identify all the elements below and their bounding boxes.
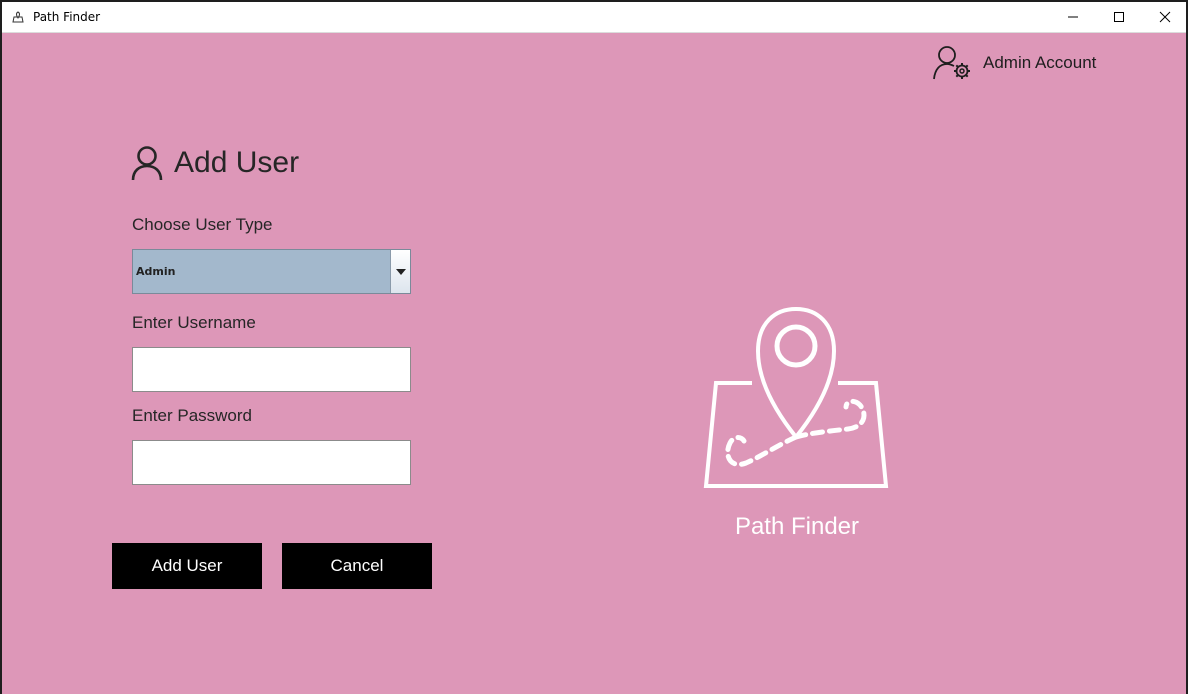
user-type-value: Admin [136,265,176,278]
window-title: Path Finder [33,10,101,24]
password-label: Enter Password [132,406,252,425]
app-icon [12,11,24,23]
user-gear-icon [933,46,970,80]
admin-account-link[interactable]: Admin Account [932,45,1096,81]
maximize-button[interactable] [1096,2,1142,32]
username-input[interactable] [132,347,411,392]
title-bar: Path Finder [2,2,1186,33]
user-icon [131,146,163,181]
password-input[interactable] [132,440,411,485]
chevron-down-icon [395,268,406,275]
close-button[interactable] [1142,2,1188,32]
maximize-icon [1114,12,1124,22]
form-heading: Add User [130,145,299,181]
app-window: Path Finder Admin Account Add User Choos… [0,0,1188,694]
main-panel: Admin Account Add User Choose User Type … [2,33,1186,694]
minimize-button[interactable] [1050,2,1096,32]
minimize-icon [1068,16,1078,18]
user-type-label: Choose User Type [132,215,273,234]
brand-label: Path Finder [734,513,860,540]
add-user-button[interactable]: Add User [112,543,262,589]
username-label: Enter Username [132,313,256,332]
page-title: Add User [174,146,300,179]
user-type-select[interactable]: Admin [132,249,411,294]
admin-account-label: Admin Account [983,53,1097,72]
close-icon [1159,11,1171,23]
dropdown-button[interactable] [390,250,410,293]
cancel-button[interactable]: Cancel [282,543,432,589]
map-pin-icon [703,307,889,488]
